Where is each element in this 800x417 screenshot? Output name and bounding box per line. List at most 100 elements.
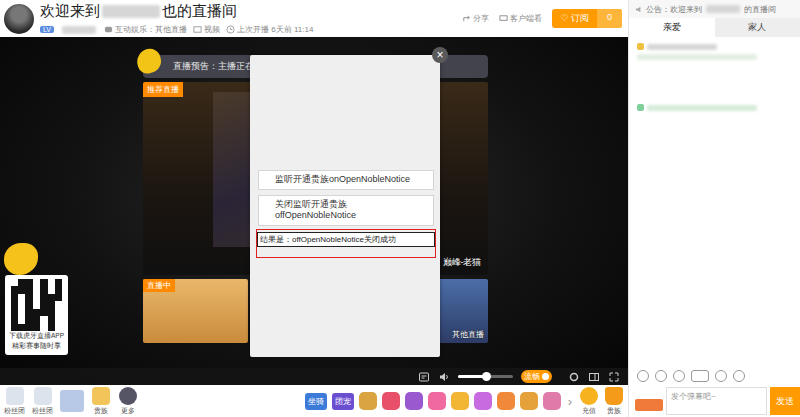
blurred-text [62,26,96,34]
coin-icon [580,387,598,405]
gift-icon[interactable] [428,392,446,410]
main-column: 欢迎来到也的直播间 LV 互动娱乐：其他直播 视频 上次开播 6天前 11:14… [0,0,628,417]
client-button[interactable]: 客户端看 [499,13,542,24]
recommend-tag: 推荐直播 [143,82,183,97]
bottom-bar: 粉丝团 粉丝团 贵族 更多 坐骑团宠 › 充值 贵族 [0,385,628,417]
next-button[interactable]: › [566,394,574,409]
result-highlight: 结果是：offOpenNobleNotice关闭成功 [256,229,436,258]
blurred-text [706,5,740,13]
gift-badge[interactable]: 坐骑 [305,393,327,410]
live-tag: 直播中 [143,279,175,292]
block-icon[interactable] [715,370,727,382]
fan-icon [6,387,24,405]
send-button[interactable]: 发送 [770,387,800,415]
volume-slider[interactable] [458,375,513,378]
mascot-icon [134,46,163,75]
close-button[interactable]: × [432,47,448,63]
subscribe-label: ♡ 订阅 [552,9,597,28]
more-icon [119,387,137,405]
settings-icon[interactable] [568,371,580,383]
room-header: 欢迎来到也的直播间 LV 互动娱乐：其他直播 视频 上次开播 6天前 11:14… [0,0,628,37]
gift-icon[interactable] [543,392,561,410]
chat-input[interactable]: 发个弹幕吧~ [666,387,767,415]
player-controls: 流畅 [0,368,628,385]
chat-tabs: 亲爱家人 [629,18,800,37]
share-button[interactable]: 分享 [462,13,489,24]
theater-icon[interactable] [588,371,600,383]
category-link[interactable]: 互动娱乐：其他直播 [104,24,187,35]
mode-icon[interactable] [691,370,709,382]
qr-line: 精彩赛事随时享 [12,342,61,351]
mascot-icon [4,243,38,275]
gift-icon[interactable] [497,392,515,410]
result-text: 结果是：offOpenNobleNotice关闭成功 [257,232,435,247]
share-icon [462,14,471,23]
volume-icon[interactable] [438,371,450,383]
quality-button[interactable]: 流畅 [521,370,552,383]
tool-item[interactable]: 贵族 [91,387,111,416]
tool-item[interactable]: 更多 [118,387,138,416]
card-caption: 其他直播 [452,329,484,340]
gift-icon[interactable] [405,392,423,410]
danmaku-icon[interactable] [418,371,430,383]
gift-badge[interactable]: 团宠 [332,393,354,410]
subscribe-button[interactable]: ♡ 订阅 0 [552,9,622,28]
emoji-icon[interactable] [637,370,649,382]
chat-tab[interactable]: 亲爱 [629,18,715,37]
clock-icon [226,25,235,34]
notice-bar: 公告：欢迎来到的直播间 [629,0,800,18]
crown-icon [605,387,623,405]
blurred-name [102,5,160,18]
featured-name: 巅峰-老猫 [443,256,482,269]
video-icon [193,25,202,34]
game-icon [104,25,113,34]
fullscreen-icon[interactable] [608,371,620,383]
tool-item[interactable]: 粉丝团 [32,387,53,416]
subscribe-count: 0 [597,9,622,28]
monitor-icon [499,14,508,23]
qr-card[interactable]: 下载虎牙直播APP 精彩赛事随时享 [5,275,68,355]
dialog-button[interactable]: 监听开通贵族onOpenNobleNotice [258,170,434,190]
chat-sidebar: 公告：欢迎来到的直播间 亲爱家人 发个弹幕吧~ 发送 [628,0,800,417]
noble-button[interactable]: 贵族 [604,387,624,416]
video-player: 直播预告：主播正在赶来 推荐直播 巅峰-老猫 直播中其他直播其他直播 下载虎牙直… [0,37,628,385]
gift-icon[interactable] [474,392,492,410]
last-live: 上次开播 6天前 11:14 [226,24,313,35]
chat-message [637,104,792,111]
gift-icon[interactable] [359,392,377,410]
gift-icon[interactable] [520,392,538,410]
room-info: 欢迎来到也的直播间 LV 互动娱乐：其他直播 视频 上次开播 6天前 11:14 [40,2,456,35]
level-badge: LV [40,26,54,33]
chat-message [637,43,792,50]
fan-badge-icon[interactable] [635,399,663,411]
dialog-body: 监听开通贵族onOpenNobleNotice 关闭监听开通贵族offOpenNo… [250,55,440,258]
test-dialog: × 监听开通贵族onOpenNobleNotice关闭监听开通贵族offOpen… [250,55,440,357]
tool-item[interactable]: 粉丝团 [4,387,25,416]
fan-tools: 粉丝团 粉丝团 贵族 更多 [4,387,138,416]
live-room-page: 欢迎来到也的直播间 LV 互动娱乐：其他直播 视频 上次开播 6天前 11:14… [0,0,800,417]
stream-card[interactable]: 直播中 [143,279,248,343]
avatar-icon [60,390,84,412]
noble-icon [92,387,110,405]
color-icon[interactable] [655,370,667,382]
chat-input-row: 发个弹幕吧~ 发送 [629,385,800,417]
chat-tab[interactable]: 家人 [715,18,800,37]
fan-icon [34,387,52,405]
style-icon[interactable] [673,370,685,382]
header-actions: 分享 客户端看 ♡ 订阅 0 [462,9,622,28]
gift-icon[interactable] [382,392,400,410]
tool-item[interactable] [60,390,84,412]
speaker-icon [635,5,644,14]
streamer-avatar[interactable] [4,4,34,34]
chat-tools [629,367,800,385]
recharge-button[interactable]: 充值 [579,387,599,416]
settings-icon[interactable] [733,370,745,382]
video-link[interactable]: 视频 [193,24,220,35]
qr-line: 下载虎牙直播APP [9,332,64,341]
chat-list [629,37,800,367]
gift-icon[interactable] [451,392,469,410]
room-title: 欢迎来到也的直播间 [40,2,456,21]
gift-bar: 坐骑团宠 › 充值 贵族 [305,387,624,416]
chat-message [637,54,792,60]
dialog-button[interactable]: 关闭监听开通贵族offOpenNobleNotice [258,195,434,226]
